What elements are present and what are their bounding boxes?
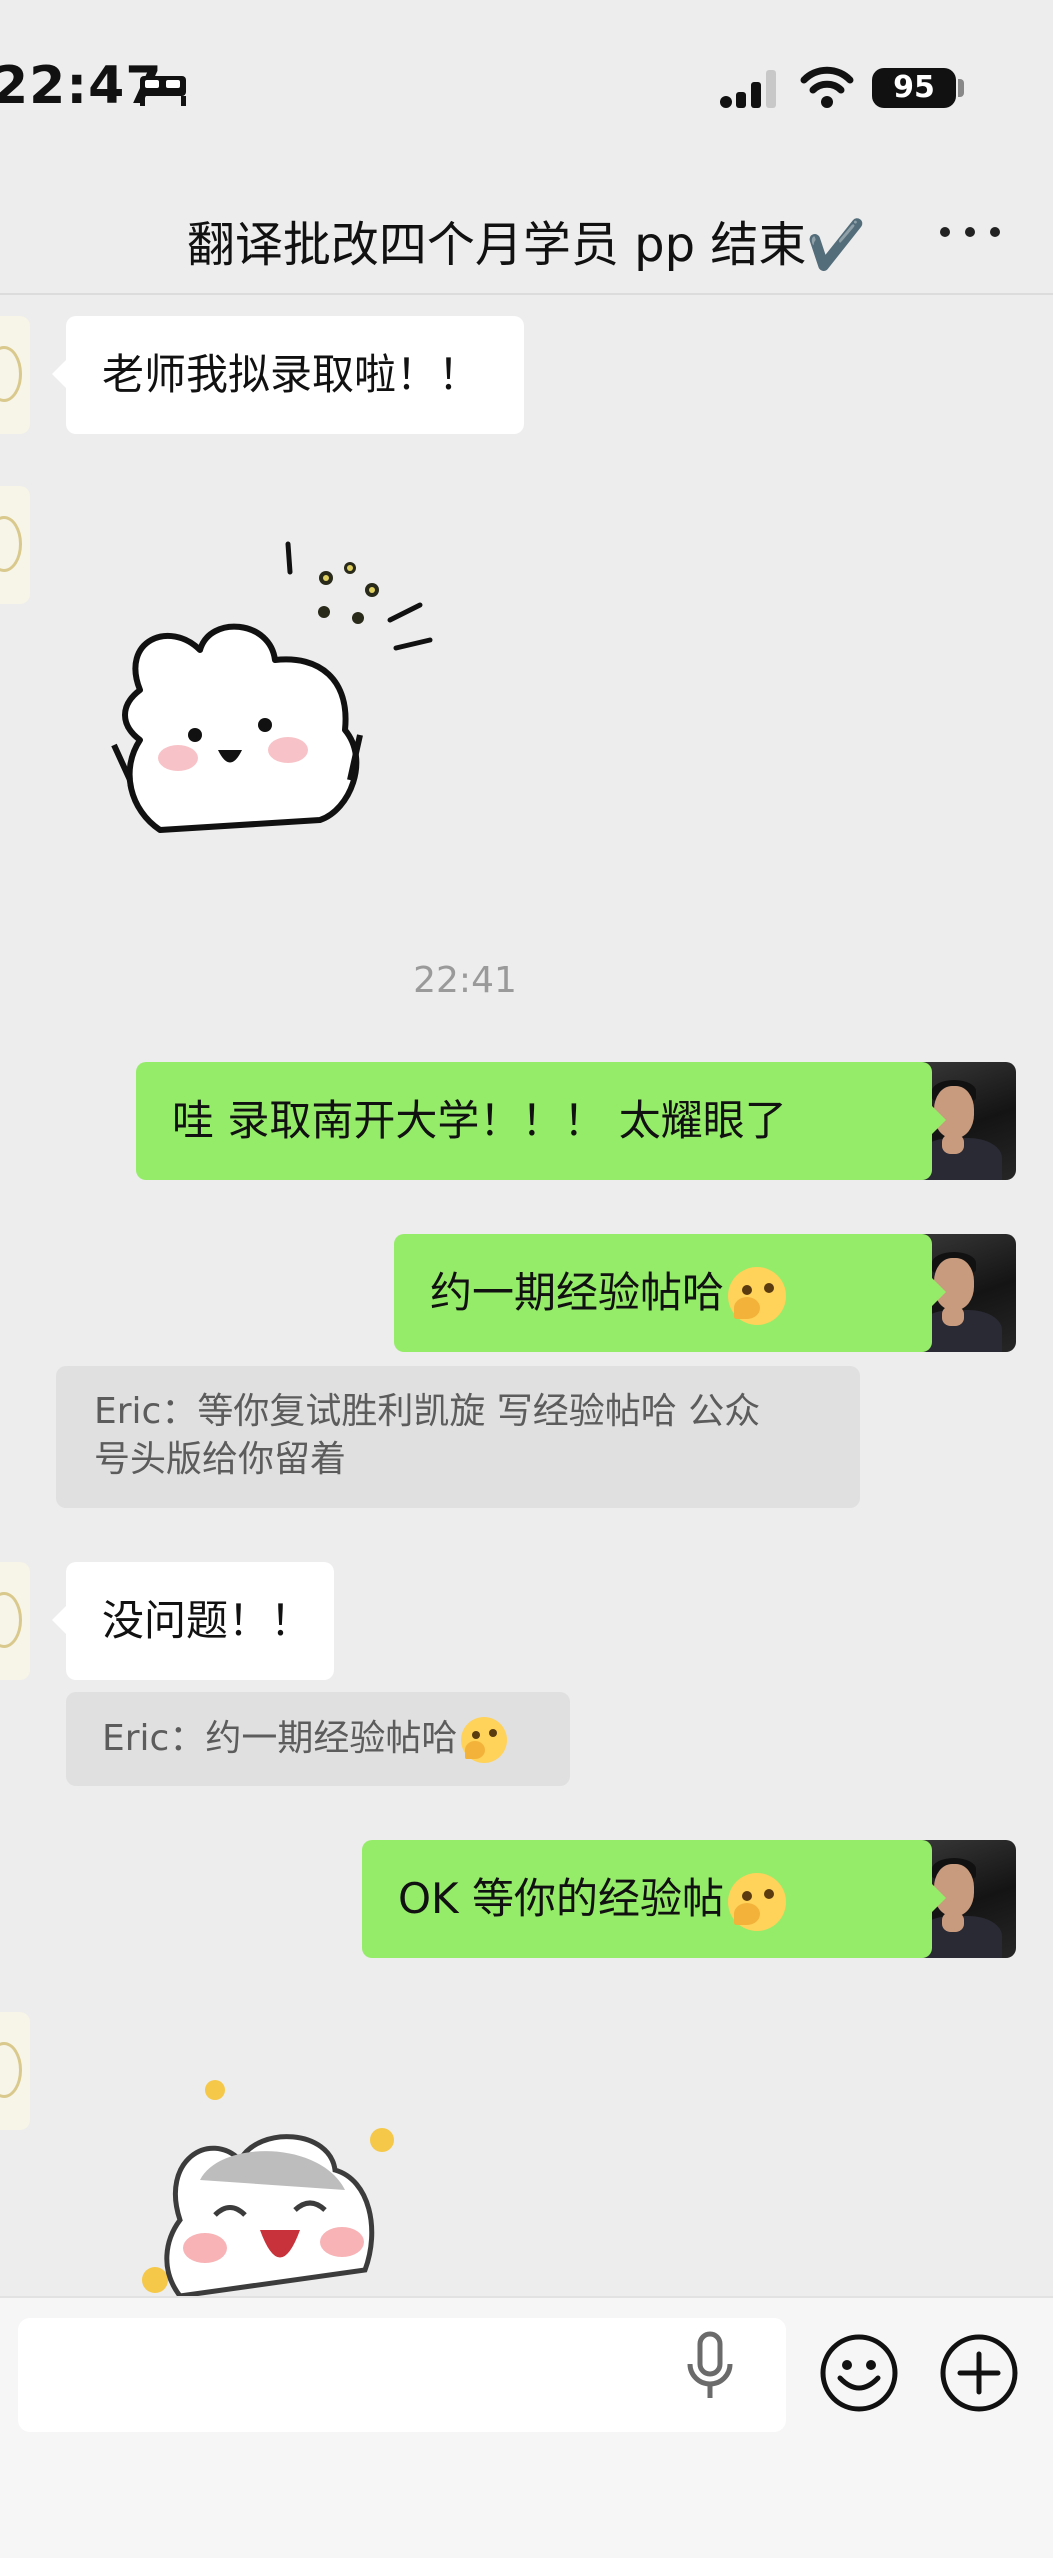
message-timestamp: 22:41 bbox=[413, 960, 517, 1001]
chat-title: 翻译批改四个月学员 pp 结束✔️ bbox=[186, 217, 867, 273]
smirk-emoji-icon bbox=[728, 1266, 787, 1325]
contact-avatar[interactable] bbox=[0, 316, 30, 434]
mic-icon[interactable] bbox=[680, 2330, 740, 2404]
plus-icon[interactable] bbox=[938, 2332, 1020, 2414]
contact-avatar[interactable] bbox=[0, 1562, 30, 1680]
bunny-sticker[interactable] bbox=[100, 530, 450, 850]
quoted-reply[interactable]: Eric：约一期经验帖哈 bbox=[66, 1692, 570, 1786]
message-bubble-outgoing[interactable]: 哇 录取南开大学！！！ 太耀眼了 bbox=[136, 1062, 946, 1180]
quoted-reply[interactable]: Eric：等你复试胜利凯旋 写经验帖哈 公众 号头版给你留着 bbox=[56, 1366, 860, 1508]
bed-icon bbox=[140, 76, 186, 106]
nav-bar: 翻译批改四个月学员 pp 结束✔️ bbox=[0, 175, 1053, 295]
message-input[interactable] bbox=[18, 2318, 786, 2432]
contact-avatar[interactable] bbox=[0, 486, 30, 604]
smirk-emoji-icon bbox=[461, 1717, 508, 1763]
wifi-icon bbox=[800, 66, 854, 108]
message-bubble-outgoing[interactable]: 约一期经验帖哈 bbox=[394, 1234, 946, 1352]
quote-line: Eric：等你复试胜利凯旋 写经验帖哈 公众 bbox=[94, 1391, 761, 1432]
message-text: OK 等你的经验帖 bbox=[398, 1874, 724, 1923]
battery-tip bbox=[958, 79, 964, 97]
signal-icon bbox=[720, 70, 776, 108]
bunny-laughing-sticker[interactable] bbox=[120, 2070, 420, 2296]
smirk-emoji-icon bbox=[727, 1872, 786, 1931]
message-bubble-outgoing[interactable]: OK 等你的经验帖 bbox=[362, 1840, 946, 1958]
more-icon[interactable] bbox=[940, 217, 1000, 247]
quote-line: 号头版给你留着 bbox=[94, 1439, 347, 1480]
input-bar bbox=[0, 2296, 1053, 2558]
message-bubble-incoming[interactable]: 没问题！！ bbox=[52, 1562, 334, 1680]
emoji-icon[interactable] bbox=[818, 2332, 900, 2414]
quote-text: Eric：约一期经验帖哈 bbox=[102, 1718, 458, 1759]
status-bar: 22:47 95 bbox=[0, 0, 1053, 175]
message-text: 约一期经验帖哈 bbox=[430, 1268, 725, 1317]
contact-avatar[interactable] bbox=[0, 2012, 30, 2130]
message-bubble-incoming[interactable]: 老师我拟录取啦！！ bbox=[52, 316, 524, 434]
battery-icon: 95 bbox=[872, 68, 956, 108]
